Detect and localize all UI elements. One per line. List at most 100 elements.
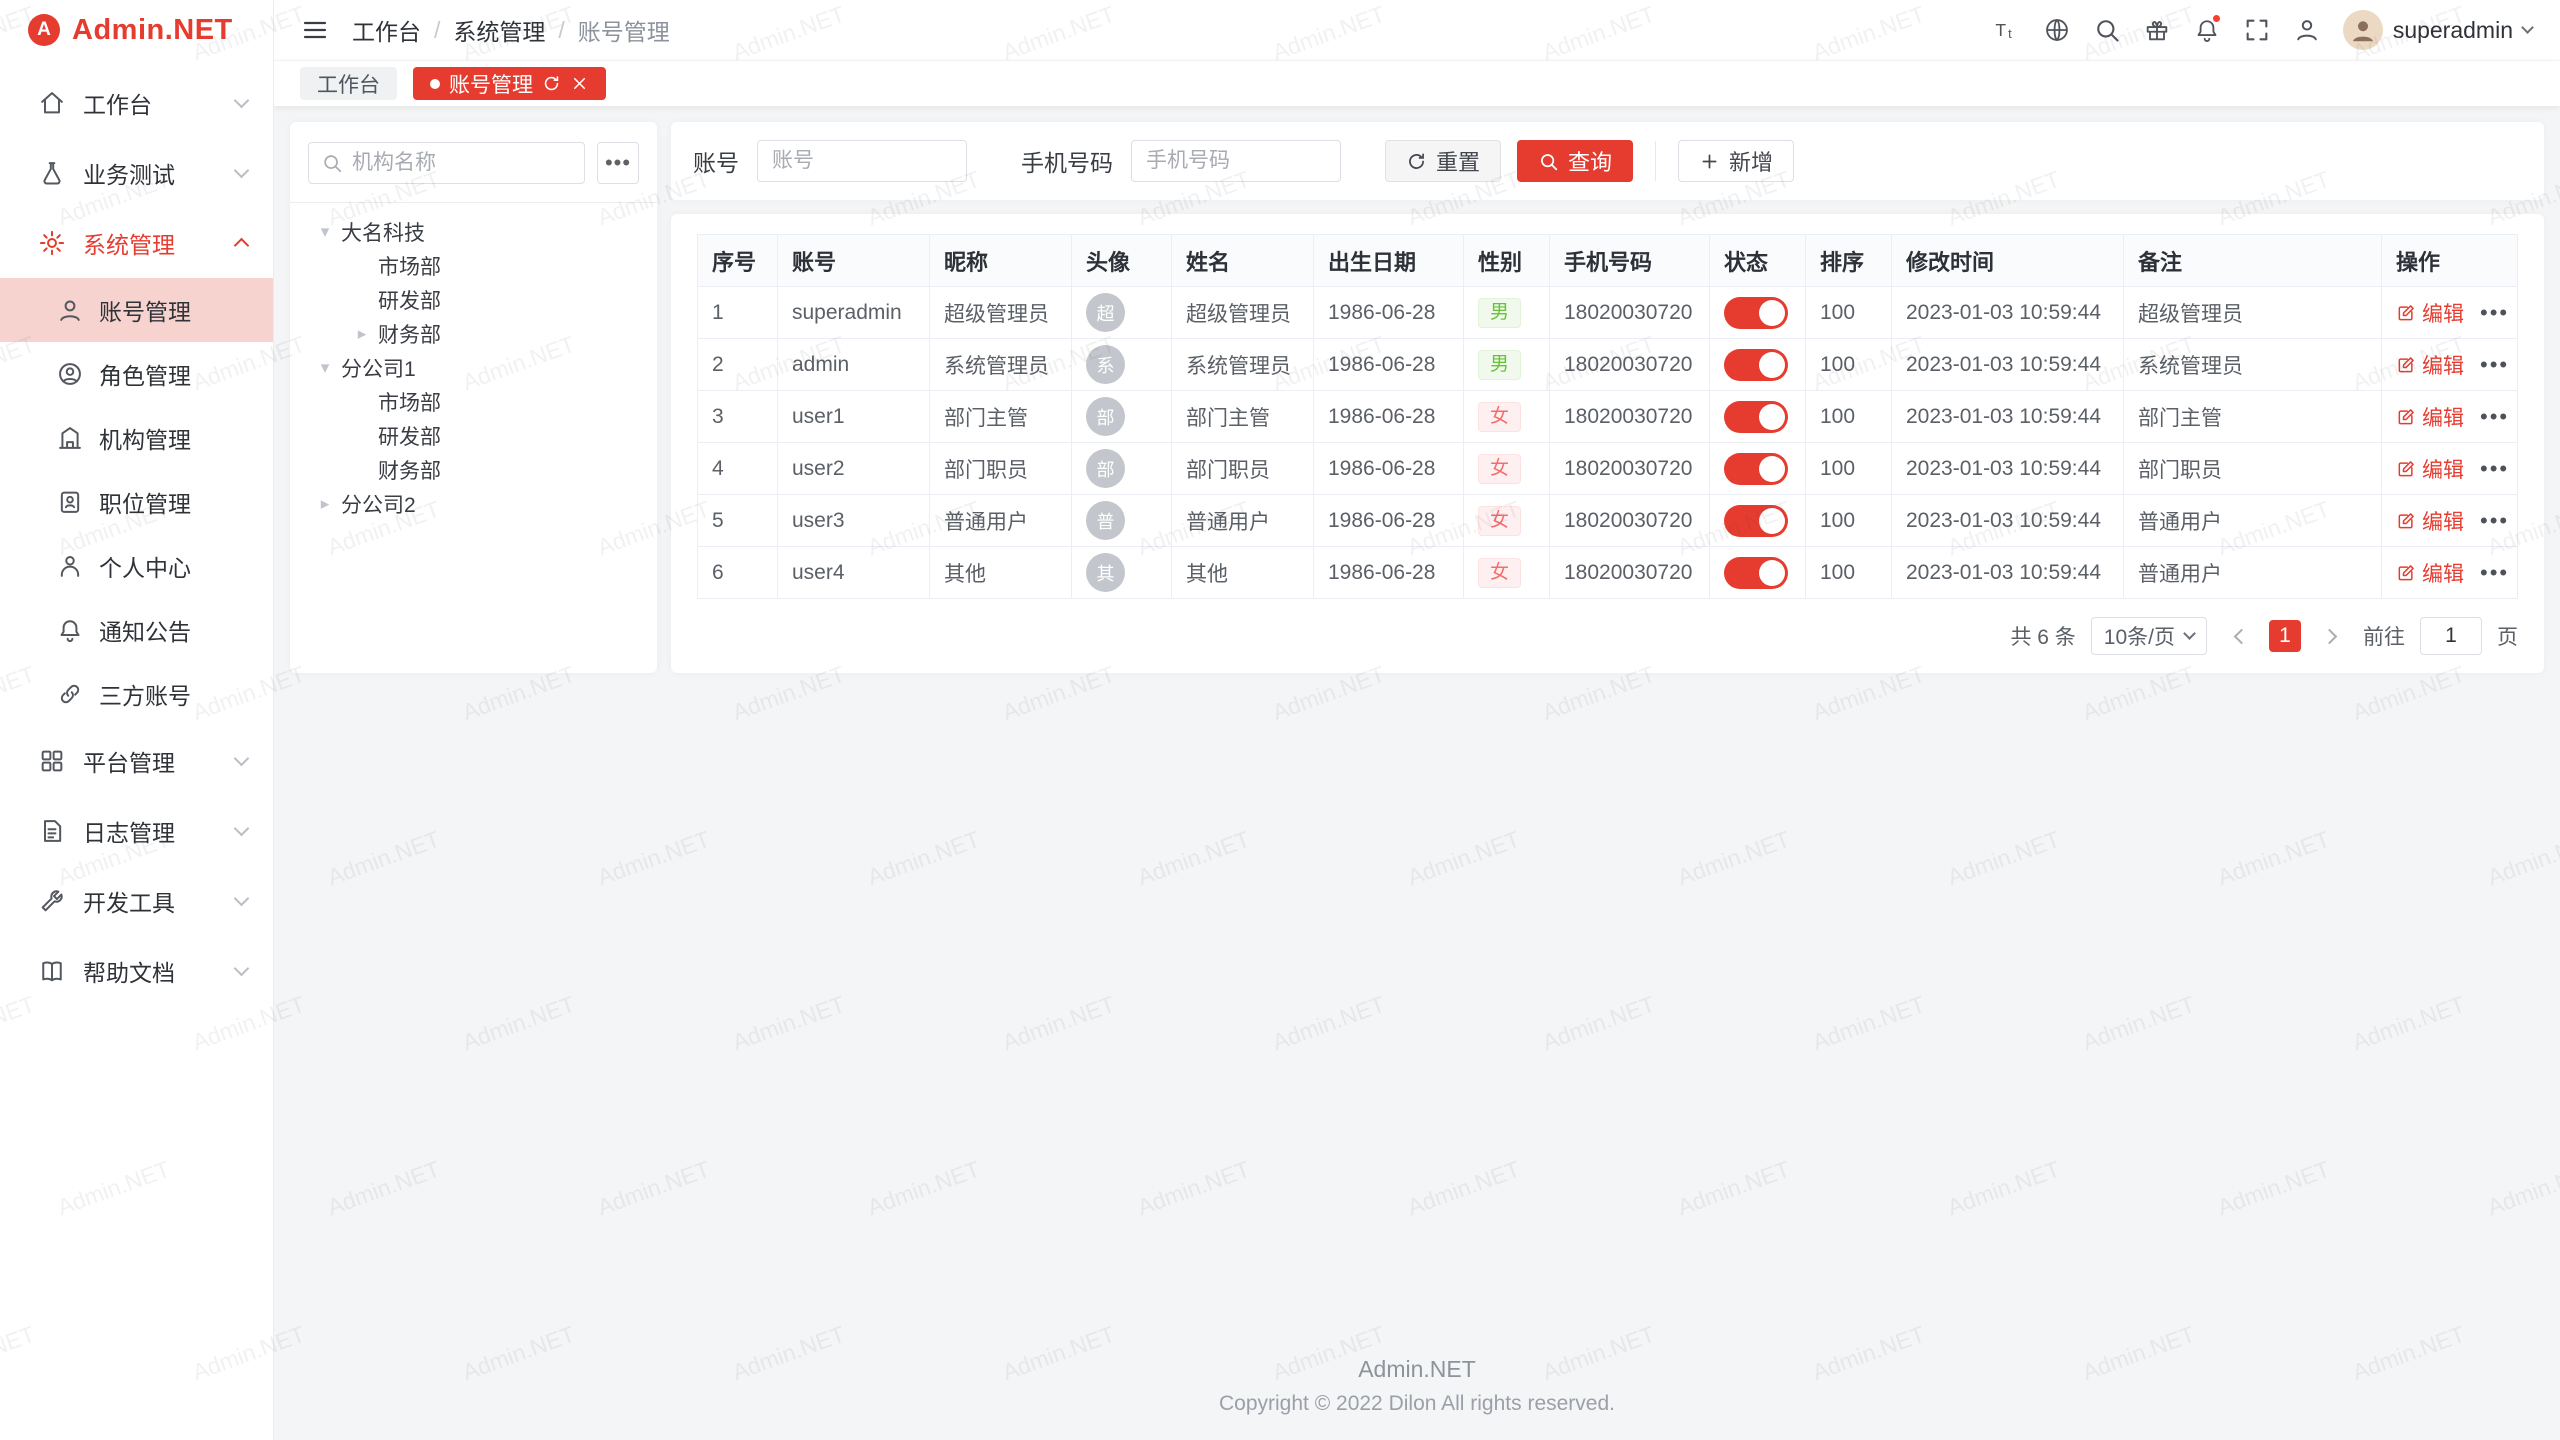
goto-label: 前往 xyxy=(2363,621,2405,651)
app-logo[interactable]: A Admin.NET xyxy=(0,0,273,60)
tree-node[interactable]: 市场部 xyxy=(308,249,639,283)
hamburger-menu-icon[interactable] xyxy=(298,13,332,47)
sidebar-item-dev-tools[interactable]: 开发工具 xyxy=(0,866,273,936)
tree-node[interactable]: ▾分公司1 xyxy=(308,351,639,385)
tree-node[interactable]: 财务部 xyxy=(308,453,639,487)
tab-account-management[interactable]: 账号管理 xyxy=(413,67,606,100)
row-nickname: 系统管理员 xyxy=(944,355,1049,378)
close-icon[interactable] xyxy=(570,74,589,93)
profile-icon[interactable] xyxy=(2285,8,2329,52)
org-search-input[interactable] xyxy=(352,151,572,175)
caret-right-icon[interactable]: ▸ xyxy=(353,324,371,344)
fullscreen-icon[interactable] xyxy=(2235,8,2279,52)
tab-label: 账号管理 xyxy=(449,69,533,99)
row-more-button[interactable]: ••• xyxy=(2480,458,2509,480)
breadcrumb-item[interactable]: 系统管理 xyxy=(453,13,545,47)
user-menu[interactable]: superadmin xyxy=(2335,10,2536,50)
username: superadmin xyxy=(2393,17,2513,44)
row-name: 部门职员 xyxy=(1186,459,1270,482)
org-tree: ▾大名科技市场部研发部▸财务部▾分公司1市场部研发部财务部▸分公司2 xyxy=(308,215,639,521)
sidebar-item-business-test[interactable]: 业务测试 xyxy=(0,138,273,208)
badge-icon xyxy=(56,488,84,516)
row-more-button[interactable]: ••• xyxy=(2480,302,2509,324)
sidebar-item-personal-center[interactable]: 个人中心 xyxy=(0,534,273,598)
edit-button[interactable]: 编辑 xyxy=(2396,402,2464,432)
globe-icon[interactable] xyxy=(2035,8,2079,52)
breadcrumb-item[interactable]: 工作台 xyxy=(352,13,421,47)
sidebar-item-third-party-account[interactable]: 三方账号 xyxy=(0,662,273,726)
edit-button[interactable]: 编辑 xyxy=(2396,350,2464,380)
sidebar-item-workbench[interactable]: 工作台 xyxy=(0,68,273,138)
row-birthday: 1986-06-28 xyxy=(1328,457,1435,480)
edit-button[interactable]: 编辑 xyxy=(2396,454,2464,484)
col-actions: 操作 xyxy=(2382,235,2518,287)
tree-node[interactable]: 研发部 xyxy=(308,419,639,453)
goto-page-input[interactable] xyxy=(2420,617,2482,655)
row-order: 100 xyxy=(1820,301,1855,324)
row-more-button[interactable]: ••• xyxy=(2480,354,2509,376)
pagination-total: 共 6 条 xyxy=(2010,621,2075,651)
prev-page-button[interactable] xyxy=(2222,620,2254,652)
page-size-select[interactable]: 10条/页 xyxy=(2091,617,2207,655)
account-input[interactable] xyxy=(757,140,967,182)
reset-button[interactable]: 重置 xyxy=(1385,140,1501,182)
status-switch[interactable] xyxy=(1724,297,1788,329)
font-size-icon[interactable]: Tt xyxy=(1985,8,2029,52)
tree-node[interactable]: ▸分公司2 xyxy=(308,487,639,521)
add-button[interactable]: 新增 xyxy=(1678,140,1794,182)
table-row: 2 admin 系统管理员 系 系统管理员 1986-06-28 男 18020… xyxy=(698,339,2518,391)
search-icon[interactable] xyxy=(2085,8,2129,52)
bell-icon xyxy=(56,616,84,644)
person-icon xyxy=(56,552,84,580)
caret-right-icon[interactable]: ▸ xyxy=(316,494,334,514)
divider xyxy=(290,202,657,203)
tree-node[interactable]: 市场部 xyxy=(308,385,639,419)
pagination: 共 6 条 10条/页 1 前往 页 xyxy=(697,617,2518,655)
search-button[interactable]: 查询 xyxy=(1517,140,1633,182)
refresh-icon[interactable] xyxy=(542,74,561,93)
sidebar-item-label: 个人中心 xyxy=(99,549,191,583)
status-switch[interactable] xyxy=(1724,349,1788,381)
page-number-current[interactable]: 1 xyxy=(2269,620,2301,652)
org-more-button[interactable]: ••• xyxy=(597,142,639,184)
gift-icon[interactable] xyxy=(2135,8,2179,52)
notification-bell-icon[interactable] xyxy=(2185,8,2229,52)
sidebar-menu: 工作台 业务测试 系统管理 账号管理 角色管理 xyxy=(0,60,273,1006)
row-more-button[interactable]: ••• xyxy=(2480,562,2509,584)
sidebar-item-platform-management[interactable]: 平台管理 xyxy=(0,726,273,796)
sidebar-item-log-management[interactable]: 日志管理 xyxy=(0,796,273,866)
chevron-down-icon xyxy=(234,163,250,179)
row-index: 1 xyxy=(712,301,724,324)
status-switch[interactable] xyxy=(1724,401,1788,433)
tree-node[interactable]: ▸财务部 xyxy=(308,317,639,351)
building-icon xyxy=(56,424,84,452)
tab-workbench[interactable]: 工作台 xyxy=(300,67,397,100)
edit-button[interactable]: 编辑 xyxy=(2396,506,2464,536)
plus-icon xyxy=(1699,151,1720,172)
row-phone: 18020030720 xyxy=(1564,561,1692,584)
status-switch[interactable] xyxy=(1724,557,1788,589)
edit-button[interactable]: 编辑 xyxy=(2396,298,2464,328)
account-management-panel: 账号 手机号码 重置 查询 xyxy=(671,122,2544,673)
next-page-button[interactable] xyxy=(2316,620,2348,652)
tree-node-label: 市场部 xyxy=(378,387,441,417)
sidebar-item-help-docs[interactable]: 帮助文档 xyxy=(0,936,273,1006)
sidebar-item-label: 平台管理 xyxy=(83,744,175,778)
sidebar-item-label: 开发工具 xyxy=(83,884,175,918)
sidebar-item-account-management[interactable]: 账号管理 xyxy=(0,278,273,342)
caret-down-icon[interactable]: ▾ xyxy=(316,222,334,242)
sidebar-item-system-management[interactable]: 系统管理 xyxy=(0,208,273,278)
edit-button[interactable]: 编辑 xyxy=(2396,558,2464,588)
sidebar-item-notice[interactable]: 通知公告 xyxy=(0,598,273,662)
caret-down-icon[interactable]: ▾ xyxy=(316,358,334,378)
phone-input[interactable] xyxy=(1131,140,1341,182)
status-switch[interactable] xyxy=(1724,453,1788,485)
row-more-button[interactable]: ••• xyxy=(2480,510,2509,532)
sidebar-item-position-management[interactable]: 职位管理 xyxy=(0,470,273,534)
tree-node[interactable]: 研发部 xyxy=(308,283,639,317)
tree-node[interactable]: ▾大名科技 xyxy=(308,215,639,249)
sidebar-item-role-management[interactable]: 角色管理 xyxy=(0,342,273,406)
status-switch[interactable] xyxy=(1724,505,1788,537)
sidebar-item-org-management[interactable]: 机构管理 xyxy=(0,406,273,470)
row-more-button[interactable]: ••• xyxy=(2480,406,2509,428)
